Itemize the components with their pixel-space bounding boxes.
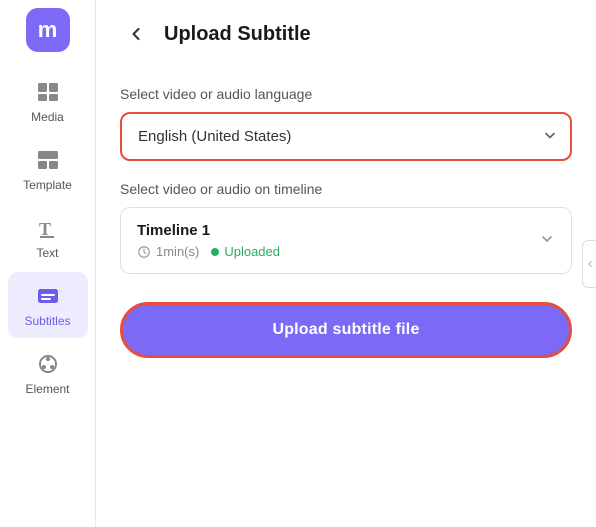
status-dot — [211, 248, 219, 256]
language-label: Select video or audio language — [120, 86, 572, 102]
sidebar: m Media Template T — [0, 0, 96, 527]
main-content: Upload Subtitle Select video or audio la… — [96, 0, 596, 527]
sidebar-item-element[interactable]: Element — [8, 340, 88, 406]
timeline-chevron-icon — [539, 231, 555, 250]
sidebar-item-subtitles[interactable]: Subtitles — [8, 272, 88, 338]
timeline-label: Select video or audio on timeline — [120, 181, 572, 197]
subtitles-icon — [34, 282, 62, 310]
timeline-info: Timeline 1 1min(s) Uploaded — [137, 222, 280, 259]
timeline-meta: 1min(s) Uploaded — [137, 244, 280, 259]
uploaded-badge: Uploaded — [211, 244, 280, 259]
upload-subtitle-button[interactable]: Upload subtitle file — [120, 302, 572, 358]
timeline-duration: 1min(s) — [156, 244, 199, 259]
logo-icon: m — [38, 17, 58, 43]
sidebar-item-media[interactable]: Media — [8, 68, 88, 134]
template-icon — [34, 146, 62, 174]
collapse-panel-button[interactable] — [582, 240, 596, 288]
status-text: Uploaded — [224, 244, 280, 259]
timeline-duration-wrapper: 1min(s) — [137, 244, 199, 259]
text-icon: T — [34, 214, 62, 242]
app-logo[interactable]: m — [26, 8, 70, 52]
sidebar-item-element-label: Element — [25, 382, 69, 396]
element-icon — [34, 350, 62, 378]
language-select-wrapper: English (United States) English (United … — [120, 112, 572, 161]
sidebar-item-template[interactable]: Template — [8, 136, 88, 202]
language-select[interactable]: English (United States) English (United … — [120, 112, 572, 161]
sidebar-item-text[interactable]: T Text — [8, 204, 88, 270]
back-button[interactable] — [120, 18, 152, 50]
timeline-card[interactable]: Timeline 1 1min(s) Uploaded — [120, 207, 572, 274]
timeline-title: Timeline 1 — [137, 222, 280, 239]
clock-icon — [137, 245, 151, 259]
sidebar-item-subtitles-label: Subtitles — [24, 314, 70, 328]
sidebar-item-media-label: Media — [31, 110, 64, 124]
page-title: Upload Subtitle — [164, 23, 311, 46]
sidebar-item-text-label: Text — [36, 246, 58, 260]
page-header: Upload Subtitle — [120, 0, 572, 66]
sidebar-item-template-label: Template — [23, 178, 72, 192]
media-icon — [34, 78, 62, 106]
